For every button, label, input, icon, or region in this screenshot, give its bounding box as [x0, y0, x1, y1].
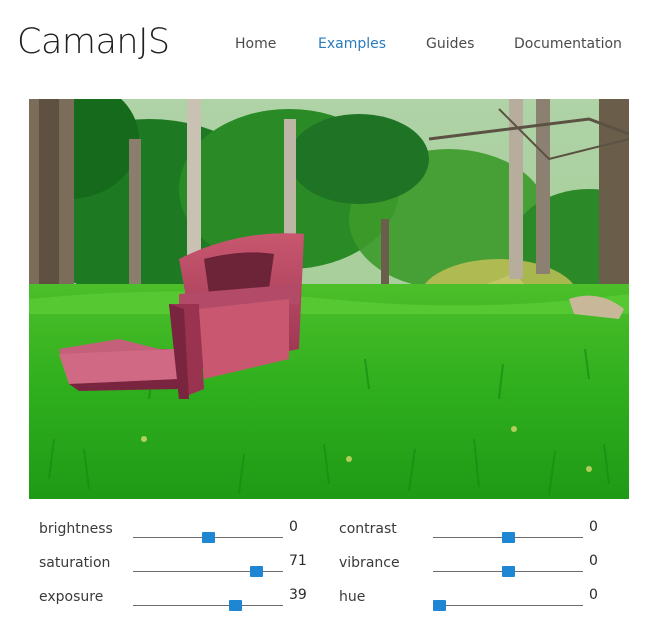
hue-label: hue: [339, 589, 366, 605]
control-saturation: saturation 71: [39, 552, 319, 578]
brightness-value: 0: [289, 519, 298, 535]
control-vibrance: vibrance 0: [339, 552, 619, 578]
nav-home[interactable]: Home: [235, 36, 276, 52]
hue-slider-thumb[interactable]: [433, 600, 446, 611]
control-hue: hue 0: [339, 586, 619, 612]
nav-examples[interactable]: Examples: [318, 36, 386, 52]
exposure-label: exposure: [39, 589, 104, 605]
hue-slider[interactable]: [433, 605, 583, 606]
chair-in-grass-photo: [29, 99, 629, 499]
vibrance-slider-thumb[interactable]: [501, 566, 515, 577]
saturation-slider-thumb[interactable]: [250, 566, 264, 577]
preview-image: [29, 99, 629, 499]
hue-value: 0: [589, 587, 598, 603]
saturation-value: 71: [289, 553, 307, 569]
nav-guides[interactable]: Guides: [426, 36, 474, 52]
vibrance-label: vibrance: [339, 555, 400, 571]
main-nav: Home Examples Guides Documentation: [0, 36, 662, 56]
page: CamanJS Home Examples Guides Documentati…: [0, 0, 662, 618]
exposure-slider[interactable]: [133, 605, 283, 606]
filter-controls: brightness 0 contrast 0 saturation 71 vi…: [0, 512, 662, 612]
contrast-slider-thumb[interactable]: [501, 532, 515, 543]
control-contrast: contrast 0: [339, 518, 619, 544]
contrast-value: 0: [589, 519, 598, 535]
control-exposure: exposure 39: [39, 586, 319, 612]
exposure-value: 39: [289, 587, 307, 603]
brightness-slider-thumb[interactable]: [201, 532, 215, 543]
exposure-slider-thumb[interactable]: [228, 600, 242, 611]
nav-documentation[interactable]: Documentation: [514, 36, 622, 52]
contrast-label: contrast: [339, 521, 397, 537]
saturation-label: saturation: [39, 555, 111, 571]
brightness-label: brightness: [39, 521, 113, 537]
vibrance-value: 0: [589, 553, 598, 569]
control-brightness: brightness 0: [39, 518, 319, 544]
